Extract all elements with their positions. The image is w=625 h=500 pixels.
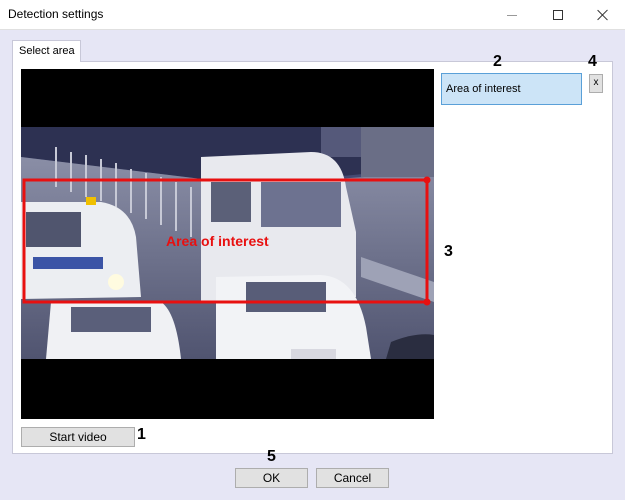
callout-4: 4 [588,53,597,70]
callout-1: 1 [137,426,146,443]
area-list-item[interactable]: Area of interest [441,73,582,105]
close-button[interactable] [580,0,625,30]
tab-select-area[interactable]: Select area [12,40,81,62]
callout-5: 5 [267,448,276,465]
detection-settings-window: Detection settings Select area Area of i… [0,0,625,500]
maximize-icon [553,10,563,20]
ok-button[interactable]: OK [235,468,308,488]
area-overlay-label: Area of interest [166,233,269,249]
callout-2: 2 [493,53,502,70]
minimize-button[interactable] [489,0,535,30]
cancel-button[interactable]: Cancel [316,468,389,488]
callout-3: 3 [444,243,453,260]
title-bar: Detection settings [0,0,625,30]
minimize-icon [507,14,517,16]
window-title: Detection settings [8,7,104,21]
maximize-button[interactable] [535,0,581,30]
start-video-button[interactable]: Start video [21,427,135,447]
delete-area-button[interactable]: x [589,74,603,93]
close-icon [597,9,609,21]
